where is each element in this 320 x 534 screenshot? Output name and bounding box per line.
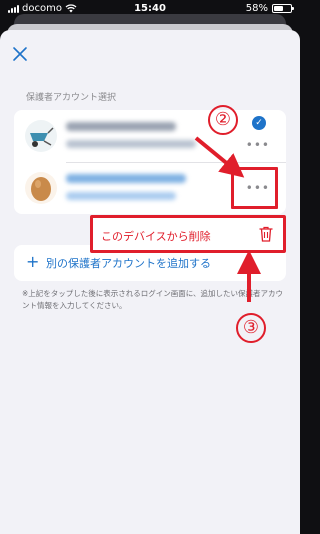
- account-row[interactable]: ✓ •••: [14, 110, 286, 162]
- instruction-note: ※上記をタップした後に表示されるログイン画面に、追加したい保護者アカウント情報を…: [22, 289, 284, 310]
- trash-icon[interactable]: [259, 226, 273, 242]
- avatar: [24, 171, 58, 205]
- step-2-marker: ②: [208, 105, 238, 135]
- context-menu: このデバイスから削除: [90, 215, 286, 253]
- battery-icon: [272, 4, 294, 13]
- close-button[interactable]: [10, 44, 30, 64]
- plus-icon: +: [26, 252, 40, 271]
- annotation-highlight-box: [231, 167, 278, 209]
- more-options-icon[interactable]: •••: [246, 138, 270, 152]
- battery-group: 58%: [245, 3, 294, 14]
- account-email-redacted: [66, 140, 196, 148]
- battery-percent: 58%: [245, 3, 268, 14]
- account-name-redacted: [66, 122, 176, 131]
- account-sheet: [0, 30, 300, 534]
- selected-check-icon: ✓: [252, 116, 266, 130]
- add-account-label: 別の保護者アカウントを追加する: [46, 257, 211, 270]
- section-label: 保護者アカウント選択: [26, 93, 117, 103]
- account-email-redacted: [66, 192, 176, 200]
- delete-from-device-item[interactable]: このデバイスから削除: [101, 228, 211, 244]
- avatar: [24, 119, 58, 153]
- egg-icon: [25, 172, 57, 204]
- close-icon: [13, 47, 27, 61]
- wheelbarrow-icon: [25, 120, 57, 152]
- account-name-redacted: [66, 174, 186, 183]
- sheet-header: [0, 30, 300, 76]
- step-3-marker: ③: [236, 313, 266, 343]
- battery-fill: [274, 6, 284, 11]
